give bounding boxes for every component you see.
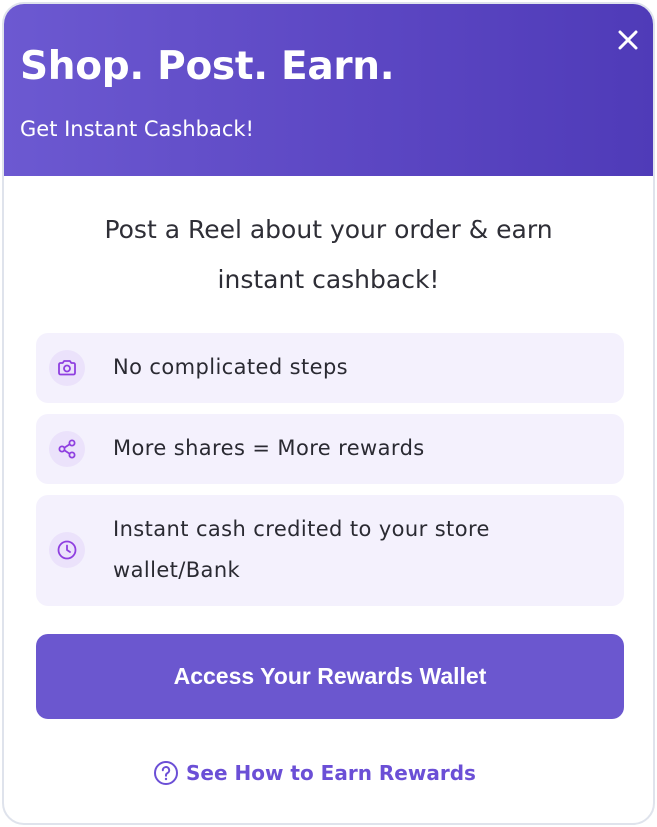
feature-text-line-1: Instant cash credited to your store <box>113 517 490 541</box>
clock-icon <box>57 540 77 560</box>
see-how-to-earn-label: See How to Earn Rewards <box>186 761 476 785</box>
modal-subtitle: Get Instant Cashback! <box>20 117 254 141</box>
feature-icon-badge <box>49 350 85 386</box>
cashback-modal: Shop. Post. Earn. Get Instant Cashback! … <box>2 2 655 825</box>
modal-title: Shop. Post. Earn. <box>20 44 395 89</box>
modal-header: Shop. Post. Earn. Get Instant Cashback! <box>4 4 653 176</box>
close-icon <box>618 30 638 50</box>
camera-icon <box>58 360 76 376</box>
feature-text-line-2: wallet/Bank <box>113 558 241 582</box>
feature-text: No complicated steps <box>113 355 349 379</box>
access-rewards-wallet-label: Access Your Rewards Wallet <box>173 663 487 689</box>
feature-item-more-shares: More shares = More rewards <box>36 414 624 484</box>
close-button[interactable] <box>612 24 644 56</box>
feature-item-no-steps: No complicated steps <box>36 333 624 403</box>
intro-line-1: Post a Reel about your order & earn <box>104 215 553 244</box>
feature-text: More shares = More rewards <box>113 436 425 460</box>
question-circle-icon <box>154 761 178 785</box>
feature-text: Instant cash credited to your store wall… <box>113 509 490 591</box>
access-rewards-wallet-button[interactable]: Access Your Rewards Wallet <box>36 634 624 719</box>
feature-icon-badge <box>49 431 85 467</box>
intro-line-2: instant cashback! <box>217 265 440 294</box>
see-how-to-earn-link[interactable]: See How to Earn Rewards <box>153 756 476 790</box>
feature-item-instant-cash: Instant cash credited to your store wall… <box>36 495 624 606</box>
share-icon <box>58 439 76 459</box>
intro-text: Post a Reel about your order & earn inst… <box>34 205 623 305</box>
feature-icon-badge <box>49 532 85 568</box>
